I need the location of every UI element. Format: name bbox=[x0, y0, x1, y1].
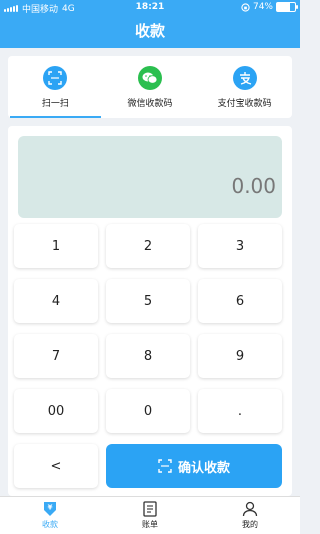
key-00[interactable]: 00 bbox=[14, 389, 98, 433]
key-0[interactable]: 0 bbox=[106, 389, 190, 433]
key-9[interactable]: 9 bbox=[198, 334, 282, 378]
alipay-icon bbox=[232, 66, 257, 90]
method-wechat-label: 微信收款码 bbox=[127, 99, 173, 109]
yen-icon: ¥ bbox=[44, 502, 56, 516]
key-7[interactable]: 7 bbox=[14, 334, 98, 378]
battery-fill bbox=[277, 3, 291, 11]
tab-bill-label: 账单 bbox=[142, 520, 158, 529]
method-alipay-label: 支付宝收款码 bbox=[217, 99, 272, 109]
tab-receive[interactable]: ¥ 收款 bbox=[0, 497, 100, 534]
tab-receive-label: 收款 bbox=[42, 520, 58, 529]
bill-icon bbox=[143, 501, 157, 517]
battery-icon bbox=[276, 2, 298, 12]
key-8[interactable]: 8 bbox=[106, 334, 190, 378]
tab-profile-label: 我的 bbox=[242, 520, 258, 529]
tab-bar: ¥ 收款 账单 我的 bbox=[0, 496, 300, 534]
user-icon bbox=[242, 501, 258, 517]
keypad: 1 2 3 4 5 6 7 8 9 00 0 . < 确认收款 bbox=[14, 224, 286, 488]
key-5[interactable]: 5 bbox=[106, 279, 190, 323]
key-3[interactable]: 3 bbox=[198, 224, 282, 268]
payment-methods: 扫一扫 微信收款码 支付宝收款码 bbox=[8, 56, 292, 118]
key-2[interactable]: 2 bbox=[106, 224, 190, 268]
tab-bill[interactable]: 账单 bbox=[100, 497, 200, 534]
scan-icon bbox=[158, 459, 172, 473]
battery-percent: 74% bbox=[252, 2, 273, 12]
key-decimal[interactable]: . bbox=[198, 389, 282, 433]
method-alipay[interactable]: 支付宝收款码 bbox=[197, 56, 292, 118]
app-header: 中国移动 4G 18:21 74% 收款 bbox=[0, 0, 300, 48]
key-4[interactable]: 4 bbox=[14, 279, 98, 323]
key-1[interactable]: 1 bbox=[14, 224, 98, 268]
amount-value: 0.00 bbox=[231, 174, 276, 198]
method-scan[interactable]: 扫一扫 bbox=[8, 56, 103, 118]
tab-profile[interactable]: 我的 bbox=[200, 497, 300, 534]
key-6[interactable]: 6 bbox=[198, 279, 282, 323]
confirm-payment-button[interactable]: 确认收款 bbox=[106, 444, 282, 488]
key-backspace[interactable]: < bbox=[14, 444, 98, 488]
method-scan-label: 扫一扫 bbox=[41, 99, 69, 109]
keypad-panel: 0.00 1 2 3 4 5 6 7 8 9 00 0 . < 确认收款 bbox=[8, 126, 292, 496]
amount-display: 0.00 bbox=[18, 136, 282, 218]
wechat-icon bbox=[138, 66, 162, 90]
page-title: 收款 bbox=[134, 22, 165, 40]
method-wechat[interactable]: 微信收款码 bbox=[103, 56, 198, 118]
rotation-lock-icon bbox=[241, 2, 250, 12]
svg-text:¥: ¥ bbox=[48, 504, 53, 512]
confirm-payment-label: 确认收款 bbox=[177, 460, 230, 476]
status-bar: 中国移动 4G 18:21 74% bbox=[0, 0, 300, 15]
scan-icon bbox=[43, 66, 68, 90]
